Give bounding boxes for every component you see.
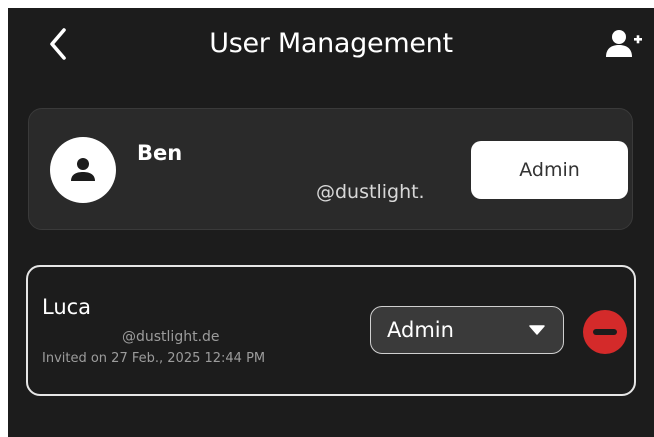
caret-down-icon [529, 325, 545, 335]
member-card: Luca @dustlight.de Invited on 27 Feb., 2… [26, 265, 636, 396]
member-role-value: Admin [387, 318, 454, 342]
current-user-handle: @dustlight. [316, 181, 425, 203]
page-title: User Management [209, 28, 453, 59]
member-invited-date: Invited on 27 Feb., 2025 12:44 PM [42, 351, 266, 366]
remove-member-button[interactable] [583, 310, 627, 354]
current-user-role-badge: Admin [471, 141, 628, 199]
current-user-name: Ben [137, 141, 183, 165]
screen: User Management Ben @dustlight. Admin Lu… [8, 8, 654, 437]
avatar [50, 137, 116, 203]
member-name: Luca [42, 295, 92, 319]
add-user-icon [606, 30, 642, 57]
header: User Management [8, 8, 654, 78]
current-user-card: Ben @dustlight. Admin [28, 108, 633, 230]
member-role-select[interactable]: Admin [370, 306, 564, 354]
member-handle: @dustlight.de [122, 329, 220, 345]
person-icon [71, 158, 95, 181]
add-user-button[interactable] [602, 26, 646, 62]
minus-circle-icon [593, 329, 617, 335]
